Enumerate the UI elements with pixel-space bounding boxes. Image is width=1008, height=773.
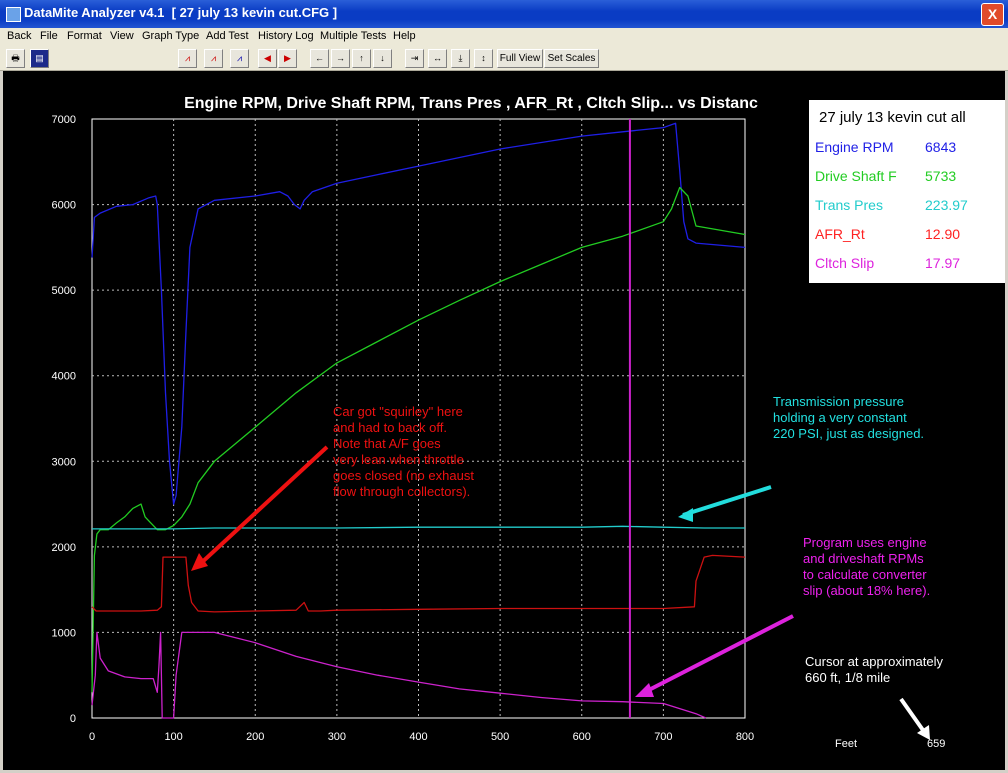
set-scales-button[interactable]: Set Scales — [544, 49, 599, 68]
legend-value: 223.97 — [925, 197, 968, 213]
title-bar[interactable]: DataMite Analyzer v4.1 [ 27 july 13 kevi… — [0, 0, 1008, 28]
menu-back[interactable]: Back — [7, 30, 31, 42]
graph-icon-2[interactable]: ⩘ — [204, 49, 223, 68]
window-title: DataMite Analyzer v4.1 [ 27 july 13 kevi… — [24, 5, 338, 20]
legend-label: AFR_Rt — [815, 226, 865, 242]
y-tick-label: 4000 — [52, 371, 76, 383]
x-tick-label: 100 — [164, 731, 182, 743]
x-tick-label: 400 — [409, 731, 427, 743]
note-program-3: to calculate converter — [803, 567, 927, 582]
annotation-arrow-program — [642, 614, 794, 695]
y-tick-label: 3000 — [52, 456, 76, 468]
menu-add-test[interactable]: Add Test — [206, 30, 249, 42]
cursor-readout-value: 659 — [927, 738, 945, 750]
note-program-4: slip (about 18% here). — [803, 583, 930, 598]
compress-horizontal-icon[interactable]: ⇥ — [405, 49, 424, 68]
arrow-up-icon[interactable]: ↑ — [352, 49, 371, 68]
menu-multiple-tests[interactable]: Multiple Tests — [320, 30, 386, 42]
arrowhead-program — [635, 683, 654, 697]
note-cursor-1: Cursor at approximately — [805, 654, 943, 669]
note-transmission-2: holding a very constant — [773, 410, 907, 425]
app-icon — [6, 7, 21, 22]
note-program-1: Program uses engine — [803, 535, 927, 550]
close-button[interactable]: X — [981, 3, 1004, 26]
series-line-cltch-slip — [91, 631, 707, 719]
compress-vertical-icon[interactable]: ⤓ — [451, 49, 470, 68]
toolbar: 🖶 ▤ ⩘ ⩘ ⩘ ◀ ▶ ← → ↑ ↓ ⇥ ↔ ⤓ ↕ Full View … — [0, 46, 1008, 71]
series-line-afr-rt — [91, 554, 746, 613]
note-squirley-2: and had to back off. — [333, 420, 447, 435]
application-window: DataMite Analyzer v4.1 [ 27 july 13 kevi… — [0, 0, 1008, 773]
note-squirley-1: Car got "squirley" here — [333, 404, 463, 419]
arrowhead-squirley — [191, 553, 208, 571]
y-tick-label: 2000 — [52, 542, 76, 554]
scroll-right-icon[interactable]: ▶ — [278, 49, 297, 68]
x-tick-label: 800 — [736, 731, 754, 743]
printer-icon[interactable]: 🖶 — [6, 49, 25, 68]
arrow-down-icon[interactable]: ↓ — [373, 49, 392, 68]
menu-bar: Back File Format View Graph Type Add Tes… — [0, 28, 1008, 46]
legend-value: 5733 — [925, 168, 956, 184]
note-squirley-3: Note that A/F goes — [333, 436, 441, 451]
legend-value: 6843 — [925, 139, 956, 155]
y-tick-label: 1000 — [52, 627, 76, 639]
arrow-left-icon[interactable]: ← — [310, 49, 329, 68]
menu-help[interactable]: Help — [393, 30, 416, 42]
save-icon[interactable]: ▤ — [30, 49, 49, 68]
x-tick-label: 600 — [573, 731, 591, 743]
y-tick-label: 0 — [70, 713, 76, 725]
note-program-2: and driveshaft RPMs — [803, 551, 924, 566]
x-tick-label: 700 — [654, 731, 672, 743]
graph-icon-3[interactable]: ⩘ — [230, 49, 249, 68]
legend-label: Drive Shaft F — [815, 168, 897, 184]
x-tick-label: 300 — [328, 731, 346, 743]
note-squirley-5: goes closed (no exhaust — [333, 468, 474, 483]
legend-value: 12.90 — [925, 226, 960, 242]
y-tick-label: 6000 — [52, 200, 76, 212]
expand-vertical-icon[interactable]: ↕ — [474, 49, 493, 68]
note-transmission-3: 220 PSI, just as designed. — [773, 426, 924, 441]
menu-graph-type[interactable]: Graph Type — [142, 30, 199, 42]
graph-icon-1[interactable]: ⩘ — [178, 49, 197, 68]
chart-title: Engine RPM, Drive Shaft RPM, Trans Pres … — [184, 95, 758, 112]
x-axis-label: Feet — [835, 738, 857, 750]
expand-horizontal-icon[interactable]: ↔ — [428, 49, 447, 68]
legend-value: 17.97 — [925, 255, 960, 271]
annotation-arrow-cursor — [899, 697, 927, 735]
plot-area[interactable]: Engine RPM, Drive Shaft RPM, Trans Pres … — [3, 71, 1005, 770]
x-tick-label: 200 — [246, 731, 264, 743]
note-squirley-6: flow through collectors). — [333, 484, 470, 499]
note-transmission-1: Transmission pressure — [773, 394, 904, 409]
arrowhead-transmission — [678, 508, 693, 522]
scroll-left-icon[interactable]: ◀ — [258, 49, 277, 68]
y-tick-label: 7000 — [52, 114, 76, 126]
legend-label: Engine RPM — [815, 139, 894, 155]
annotation-arrow-transmission — [682, 485, 772, 517]
legend-label: Cltch Slip — [815, 255, 874, 271]
legend-label: Trans Pres — [815, 197, 883, 213]
menu-format[interactable]: Format — [67, 30, 102, 42]
menu-history-log[interactable]: History Log — [258, 30, 314, 42]
arrow-right-icon[interactable]: → — [331, 49, 350, 68]
menu-file[interactable]: File — [40, 30, 58, 42]
y-tick-label: 5000 — [52, 285, 76, 297]
full-view-button[interactable]: Full View — [497, 49, 543, 68]
menu-view[interactable]: View — [110, 30, 134, 42]
x-tick-label: 0 — [89, 731, 95, 743]
x-tick-label: 500 — [491, 731, 509, 743]
note-cursor-2: 660 ft, 1/8 mile — [805, 670, 890, 685]
legend-header: 27 july 13 kevin cut all — [819, 109, 966, 126]
series-line-trans-pres — [92, 525, 745, 530]
note-squirley-4: very lean when throttle — [333, 452, 464, 467]
chart[interactable]: Engine RPM, Drive Shaft RPM, Trans Pres … — [3, 71, 1005, 770]
